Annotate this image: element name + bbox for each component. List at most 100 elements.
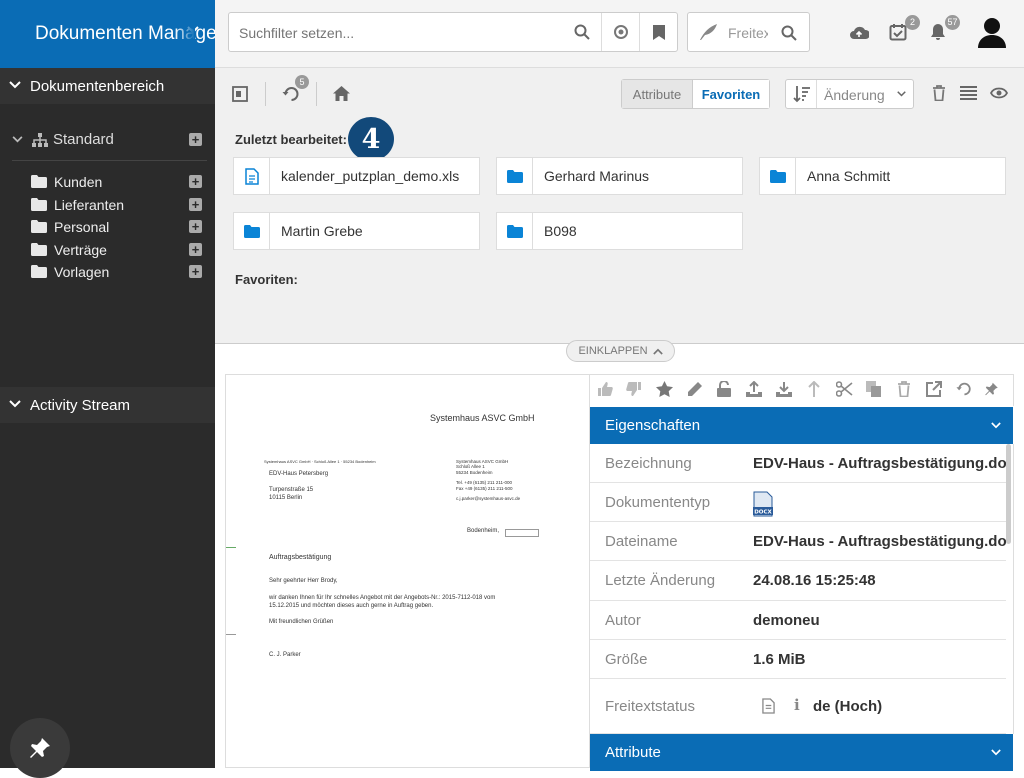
sidebar-folder-item[interactable]: Vorlagen + (0, 261, 215, 283)
property-label: Autor (605, 611, 641, 629)
star-icon[interactable] (656, 381, 673, 397)
section-documents-header[interactable]: Dokumentenbereich (0, 68, 215, 104)
thumbs-up-icon[interactable] (597, 381, 613, 397)
history-icon[interactable] (956, 381, 972, 397)
folder-icon (506, 169, 523, 183)
property-row: Letzte Änderung 24.08.16 15:25:48 (590, 561, 1006, 601)
add-folder-icon[interactable]: + (189, 220, 202, 233)
trash-icon[interactable] (932, 85, 946, 101)
recent-item-card[interactable]: Anna Schmitt (759, 157, 1006, 195)
collapse-button[interactable]: EINKLAPPEN (566, 340, 675, 362)
target-icon (613, 25, 628, 39)
target-filter-button[interactable] (601, 13, 639, 51)
sidebar-folder-item[interactable]: Lieferanten + (0, 194, 215, 216)
recent-label: Zuletzt bearbeitet: (235, 132, 347, 147)
folder-icon (31, 220, 47, 233)
sidebar-folder-item[interactable]: Kunden + (0, 171, 215, 193)
bell-icon[interactable] (929, 23, 947, 41)
sidebar-folder-label: Vorlagen (54, 264, 110, 280)
info-icon[interactable]: i (794, 696, 800, 714)
property-label: Größe (605, 650, 648, 668)
property-value[interactable]: EDV-Haus - Auftragsbestätigung.docx (753, 455, 1006, 472)
sidebar-folder-item[interactable]: Verträge + (0, 239, 215, 261)
doc-body-2: 15.12.2015 und möchten dieses auch gerne… (269, 603, 434, 609)
favorites-label: Favoriten: (235, 272, 298, 287)
attributes-panel-header[interactable]: Attribute (590, 734, 1013, 771)
search-input[interactable] (239, 23, 559, 43)
search-button[interactable] (563, 13, 601, 51)
tree-root-standard[interactable]: Standard + (0, 126, 215, 154)
pin-icon[interactable] (984, 381, 999, 397)
external-link-icon[interactable] (926, 381, 942, 397)
property-value[interactable]: EDV-Haus - Auftragsbestätigung.docx (753, 533, 1006, 550)
recent-item-card[interactable]: Martin Grebe (233, 212, 480, 250)
doc-recipient-name: EDV-Haus Petersberg (269, 471, 329, 477)
add-folder-icon[interactable]: + (189, 265, 202, 278)
document-preview[interactable]: Systemhaus ASVC GmbH Systemhaus ASVC Gmb… (225, 374, 590, 768)
download-icon[interactable] (776, 381, 792, 397)
upload-cloud-icon[interactable] (849, 24, 869, 40)
doc-sender-block-line: Schloß Allee 1 (456, 464, 485, 470)
section-activity-label: Activity Stream (30, 396, 131, 414)
arrow-up-icon[interactable] (808, 381, 820, 397)
recent-item-card[interactable]: kalender_putzplan_demo.xls (233, 157, 480, 195)
file-icon (244, 167, 259, 185)
bookmark-button[interactable] (639, 13, 677, 51)
sidebar-folder-label: Personal (54, 219, 110, 235)
copy-icon[interactable] (866, 381, 882, 397)
trash-icon[interactable] (897, 381, 911, 397)
unlock-icon[interactable] (717, 381, 731, 397)
tree-root-label: Standard (53, 131, 114, 148)
sitemap-icon (32, 133, 48, 147)
pin-sidebar-button[interactable] (10, 718, 70, 778)
property-value[interactable]: demoneu (753, 612, 1006, 629)
upload-icon[interactable] (746, 381, 762, 397)
property-row: Größe 1.6 MiB (590, 640, 1006, 679)
eye-icon[interactable] (990, 87, 1008, 99)
user-avatar-icon[interactable] (977, 17, 1007, 49)
property-label: Freitextstatus (605, 697, 696, 715)
property-label: Bezeichnung (605, 454, 692, 472)
properties-scrollbar[interactable] (1006, 444, 1011, 544)
fulltext-label: Freitext (728, 25, 768, 41)
folder-icon (31, 265, 47, 278)
section-activity-header[interactable]: Activity Stream (0, 387, 215, 423)
add-folder-icon[interactable]: + (189, 198, 202, 211)
recent-item-label: B098 (544, 223, 577, 239)
title-fade (175, 0, 195, 68)
add-folder-icon[interactable]: + (189, 133, 202, 146)
add-folder-icon[interactable]: + (189, 175, 202, 188)
file-icon-cell (234, 158, 270, 194)
folder-icon-cell (760, 158, 796, 194)
properties-panel-header[interactable]: Eigenschaften (590, 407, 1013, 444)
home-icon[interactable] (333, 86, 350, 101)
property-value[interactable]: 1.6 MiB (753, 651, 1006, 668)
property-row: Dokumententyp DOCX (590, 483, 1006, 522)
sidebar-folder-item[interactable]: Personal + (0, 216, 215, 238)
folder-icon (31, 243, 47, 256)
recent-item-card[interactable]: Gerhard Marinus (496, 157, 743, 195)
add-folder-icon[interactable]: + (189, 243, 202, 256)
recent-item-label: Anna Schmitt (807, 168, 891, 184)
divider (316, 82, 317, 106)
tab-favorites[interactable]: Favoriten (693, 80, 769, 108)
tasks-icon[interactable] (889, 23, 907, 41)
tab-attributes[interactable]: Attribute (622, 80, 693, 108)
recent-item-label: Martin Grebe (281, 223, 363, 239)
doc-recipient-city: 10115 Berlin (269, 495, 303, 501)
fulltext-search[interactable]: Freitext (687, 12, 810, 52)
docx-file-icon: DOCX (753, 491, 773, 517)
panel-toggle-icon[interactable] (232, 86, 248, 102)
property-value[interactable]: 24.08.16 15:25:48 (753, 572, 1006, 589)
sort-label: Änderung (824, 87, 885, 103)
recent-item-card[interactable]: B098 (496, 212, 743, 250)
quill-icon (700, 24, 717, 40)
scissors-icon[interactable] (836, 381, 853, 397)
list-view-icon[interactable] (960, 86, 977, 100)
sort-select[interactable]: Änderung (785, 79, 914, 109)
pencil-icon[interactable] (687, 381, 703, 397)
property-value: de (Hoch) (813, 697, 883, 715)
property-label: Letzte Änderung (605, 572, 716, 589)
document-icon (762, 698, 775, 714)
thumbs-down-icon[interactable] (626, 381, 642, 397)
